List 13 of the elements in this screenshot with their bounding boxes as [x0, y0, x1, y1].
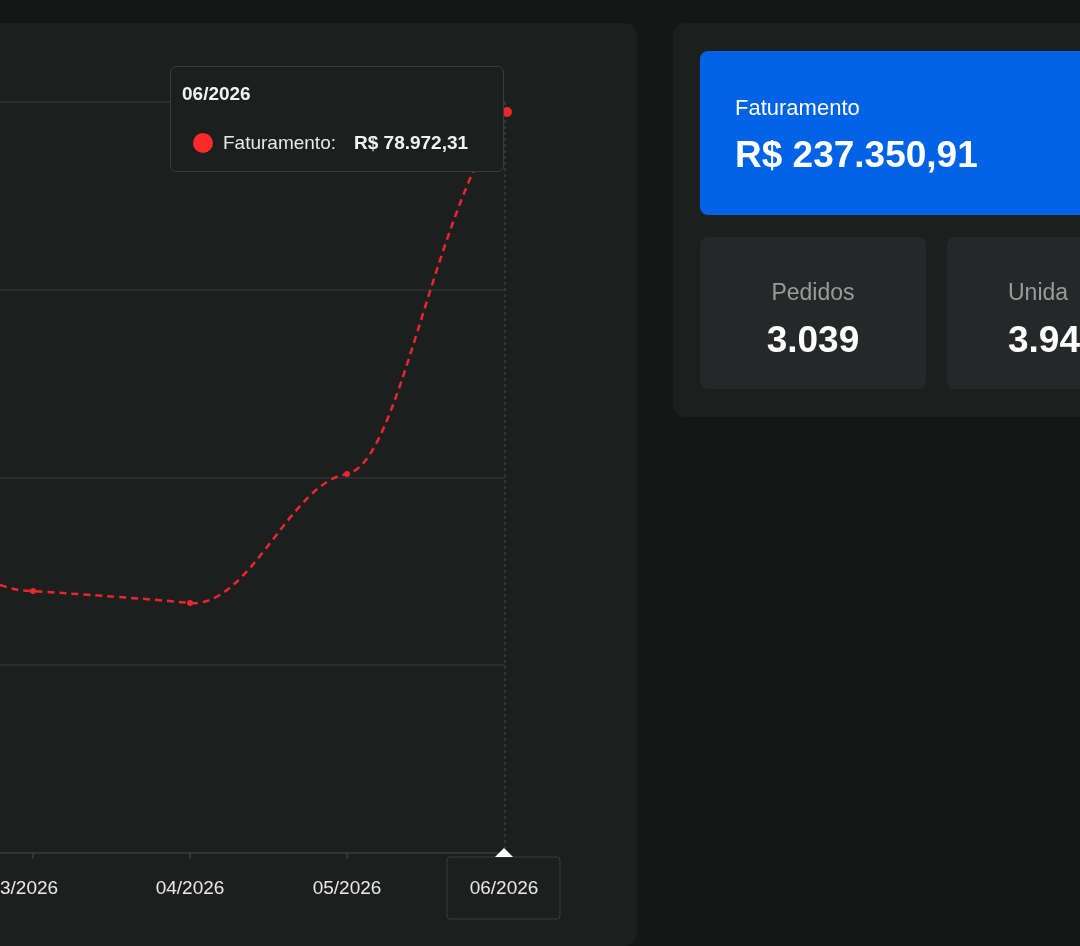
x-axis-label: 06/2026 [469, 877, 539, 898]
x-axis-label: 3/2026 [0, 877, 59, 898]
metric-label: Unida [1008, 278, 1069, 307]
x-axis-label: 05/2026 [312, 877, 382, 898]
tooltip-series-label: Faturamento: [223, 130, 336, 155]
metric-label: Pedidos [771, 278, 855, 307]
metric-value: 3.94 [1008, 317, 1080, 362]
revenue-label: Faturamento [735, 94, 861, 122]
tooltip-value: R$ 78.972,31 [354, 130, 469, 155]
x-axis-label: 04/2026 [155, 877, 225, 898]
metric-value: 3.039 [766, 317, 860, 362]
tooltip-title: 06/2026 [182, 82, 252, 106]
revenue-value: R$ 237.350,91 [735, 136, 979, 173]
